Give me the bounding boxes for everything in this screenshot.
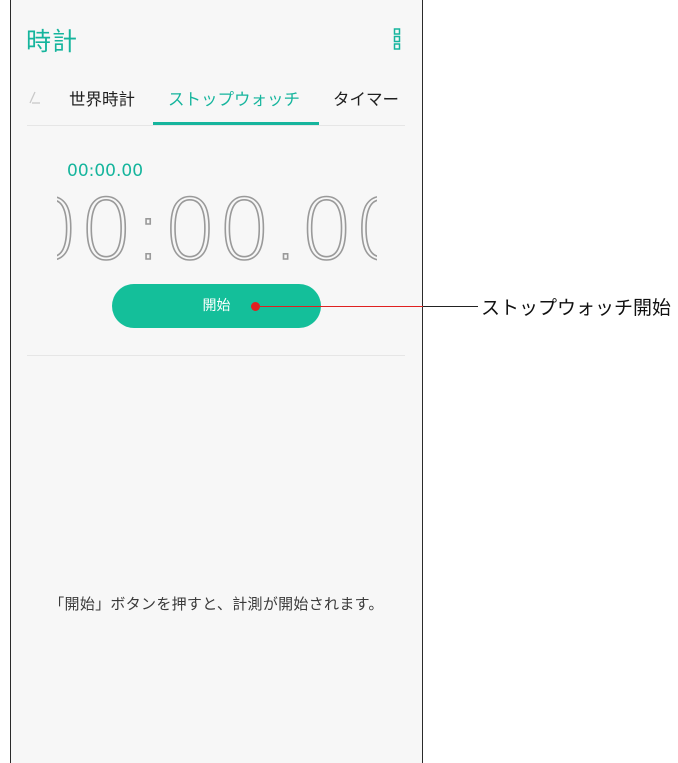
app-title: 時計: [26, 27, 79, 56]
controls-divider: [27, 355, 405, 356]
tab-world-clock[interactable]: 世界時計: [69, 86, 135, 110]
callout-label: ストップウォッチ開始: [481, 297, 672, 319]
tab-divider: [27, 125, 405, 126]
hint-text: 「開始」ボタンを押すと、計測が開始されます。: [49, 595, 384, 613]
main-time-display: 00:00.00: [11, 191, 422, 271]
main-time-text: 00:00.00: [57, 191, 377, 271]
overflow-menu-icon[interactable]: [393, 28, 401, 50]
main-time-digits: 00:00.00: [57, 191, 377, 271]
phone-screen: 時計 世界時計 ストップウォッチ タイマー 00:00.00 00:00.00 …: [10, 0, 423, 763]
lap-time: 00:00.00: [67, 161, 144, 181]
tab-stopwatch[interactable]: ストップウォッチ: [168, 86, 300, 110]
callout-dot: [251, 302, 260, 311]
tab-bar: 世界時計 ストップウォッチ タイマー: [11, 82, 422, 126]
alarm-icon[interactable]: [28, 90, 42, 104]
tab-timer[interactable]: タイマー: [333, 86, 399, 110]
callout-connector: [423, 306, 478, 307]
